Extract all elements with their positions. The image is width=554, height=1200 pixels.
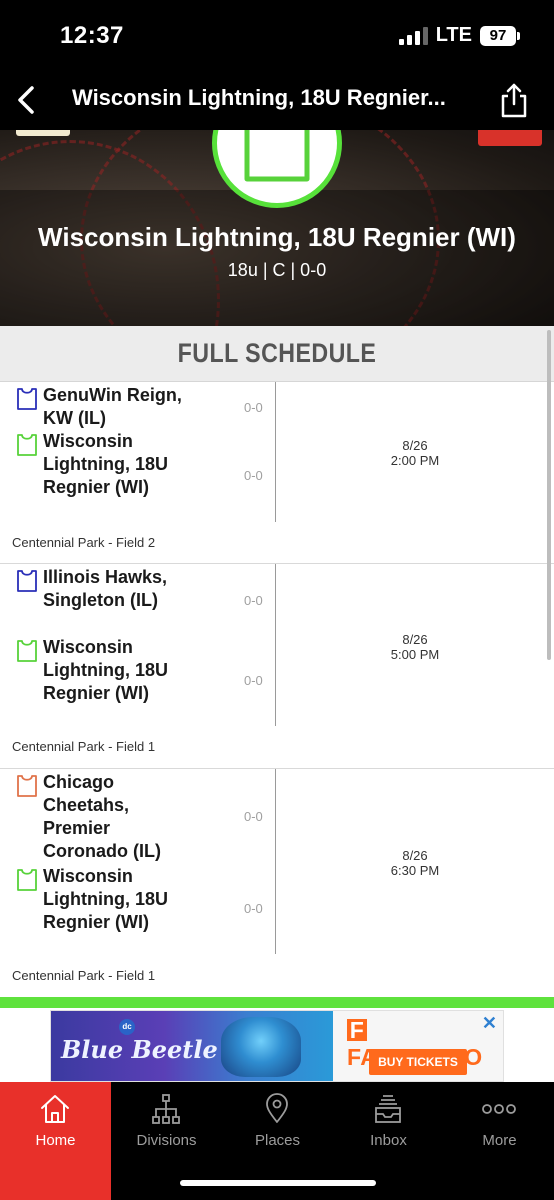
ad-area: dc Blue Beetle FFANDANGO ✕ BUY TICKETS bbox=[0, 1008, 554, 1082]
game-card[interactable]: Illinois Hawks, Singleton (IL) 0-0 Wisco… bbox=[0, 564, 554, 769]
tab-label: More bbox=[482, 1132, 517, 1149]
nav-bar: Wisconsin Lightning, 18U Regnier... bbox=[0, 70, 554, 130]
beetle-figure bbox=[221, 1017, 301, 1077]
hero-badge-right[interactable] bbox=[478, 130, 542, 146]
tab-bar: Home Divisions Places Inbox More bbox=[0, 1082, 554, 1200]
hero-overlay bbox=[0, 190, 554, 326]
status-bar: 12:37 LTE 97 bbox=[0, 0, 554, 70]
app-screen: 12:37 LTE 97 Wisconsin Lightning, 18U Re… bbox=[0, 0, 554, 1200]
tab-more[interactable]: More bbox=[444, 1082, 554, 1162]
scrollbar[interactable] bbox=[547, 330, 551, 660]
game-time: 2:00 PM bbox=[390, 453, 440, 468]
team-score: 0-0 bbox=[244, 593, 263, 608]
jersey-icon bbox=[17, 570, 37, 592]
schedule-title: FULL SCHEDULE bbox=[177, 338, 377, 368]
team-score: 0-0 bbox=[244, 400, 263, 415]
jersey-icon bbox=[17, 869, 37, 891]
hero-badge-left bbox=[16, 130, 70, 136]
status-time: 12:37 bbox=[60, 22, 124, 49]
team-name: Wisconsin Lightning, 18U Regnier (WI) bbox=[38, 222, 516, 252]
team-name: GenuWin Reign, KW (IL) bbox=[43, 385, 182, 428]
tab-label: Inbox bbox=[370, 1132, 407, 1149]
team-score: 0-0 bbox=[244, 809, 263, 824]
tab-places[interactable]: Places bbox=[222, 1082, 333, 1162]
team-score: 0-0 bbox=[244, 468, 263, 483]
jersey-icon bbox=[17, 388, 37, 410]
game-card[interactable]: GenuWin Reign, KW (IL) 0-0 Wisconsin Lig… bbox=[0, 382, 554, 564]
inbox-icon bbox=[369, 1092, 407, 1126]
game-time: 6:30 PM bbox=[390, 863, 440, 878]
share-icon bbox=[501, 83, 527, 118]
nav-title: Wisconsin Lightning, 18U Regnier... bbox=[72, 85, 446, 110]
game-venue: Centennial Park - Field 1 bbox=[12, 968, 156, 983]
team-name: Wisconsin Lightning, 18U Regnier (WI) bbox=[43, 431, 168, 497]
bracket-icon bbox=[147, 1092, 185, 1126]
game-date: 8/26 bbox=[402, 438, 428, 453]
jersey-icon bbox=[17, 775, 37, 797]
tab-label: Home bbox=[35, 1132, 76, 1149]
accent-bar bbox=[0, 997, 554, 1008]
ad-movie-title: Blue Beetle bbox=[61, 1035, 218, 1064]
network-label: LTE bbox=[435, 24, 472, 46]
more-dots-icon bbox=[480, 1092, 518, 1126]
chevron-left-icon bbox=[18, 86, 34, 114]
game-date: 8/26 bbox=[402, 848, 428, 863]
ad-banner[interactable]: dc Blue Beetle FFANDANGO ✕ BUY TICKETS bbox=[50, 1010, 504, 1082]
game-date: 8/26 bbox=[402, 632, 428, 647]
tab-home[interactable]: Home bbox=[0, 1082, 111, 1200]
signal-icon bbox=[398, 26, 428, 45]
jersey-icon bbox=[244, 130, 310, 182]
team-name: Wisconsin Lightning, 18U Regnier (WI) bbox=[43, 866, 168, 932]
home-indicator[interactable] bbox=[180, 1180, 376, 1186]
buy-tickets-button[interactable]: BUY TICKETS bbox=[369, 1049, 467, 1075]
tab-divisions[interactable]: Divisions bbox=[111, 1082, 222, 1162]
jersey-icon bbox=[17, 640, 37, 662]
game-venue: Centennial Park - Field 2 bbox=[12, 535, 156, 550]
game-card[interactable]: Chicago Cheetahs, Premier Coronado (IL) … bbox=[0, 769, 554, 997]
jersey-icon bbox=[17, 434, 37, 456]
battery-icon: 97 bbox=[480, 25, 520, 46]
team-score: 0-0 bbox=[244, 901, 263, 916]
game-time: 5:00 PM bbox=[390, 647, 440, 662]
close-icon[interactable]: ✕ bbox=[482, 1013, 497, 1034]
team-name: Chicago Cheetahs, Premier Coronado (IL) bbox=[43, 772, 161, 861]
tab-inbox[interactable]: Inbox bbox=[333, 1082, 444, 1162]
schedule-header: FULL SCHEDULE bbox=[0, 326, 554, 382]
share-button[interactable] bbox=[496, 80, 532, 120]
game-venue: Centennial Park - Field 1 bbox=[12, 739, 156, 754]
back-button[interactable] bbox=[8, 80, 44, 120]
tab-label: Divisions bbox=[136, 1132, 197, 1149]
team-name: Wisconsin Lightning, 18U Regnier (WI) bbox=[43, 637, 168, 703]
ad-movie-art: dc Blue Beetle bbox=[51, 1011, 333, 1081]
team-score: 0-0 bbox=[244, 673, 263, 688]
team-hero: Wisconsin Lightning, 18U Regnier (WI) 18… bbox=[0, 130, 554, 326]
map-pin-icon bbox=[258, 1092, 296, 1126]
team-name: Illinois Hawks, Singleton (IL) bbox=[43, 567, 168, 610]
home-icon bbox=[36, 1092, 74, 1126]
dc-logo: dc bbox=[119, 1019, 135, 1035]
fandango-f-icon: F bbox=[347, 1019, 367, 1042]
status-indicators: LTE 97 bbox=[398, 24, 520, 47]
tab-label: Places bbox=[254, 1132, 301, 1149]
team-meta: 18u | C | 0-0 bbox=[227, 260, 327, 280]
